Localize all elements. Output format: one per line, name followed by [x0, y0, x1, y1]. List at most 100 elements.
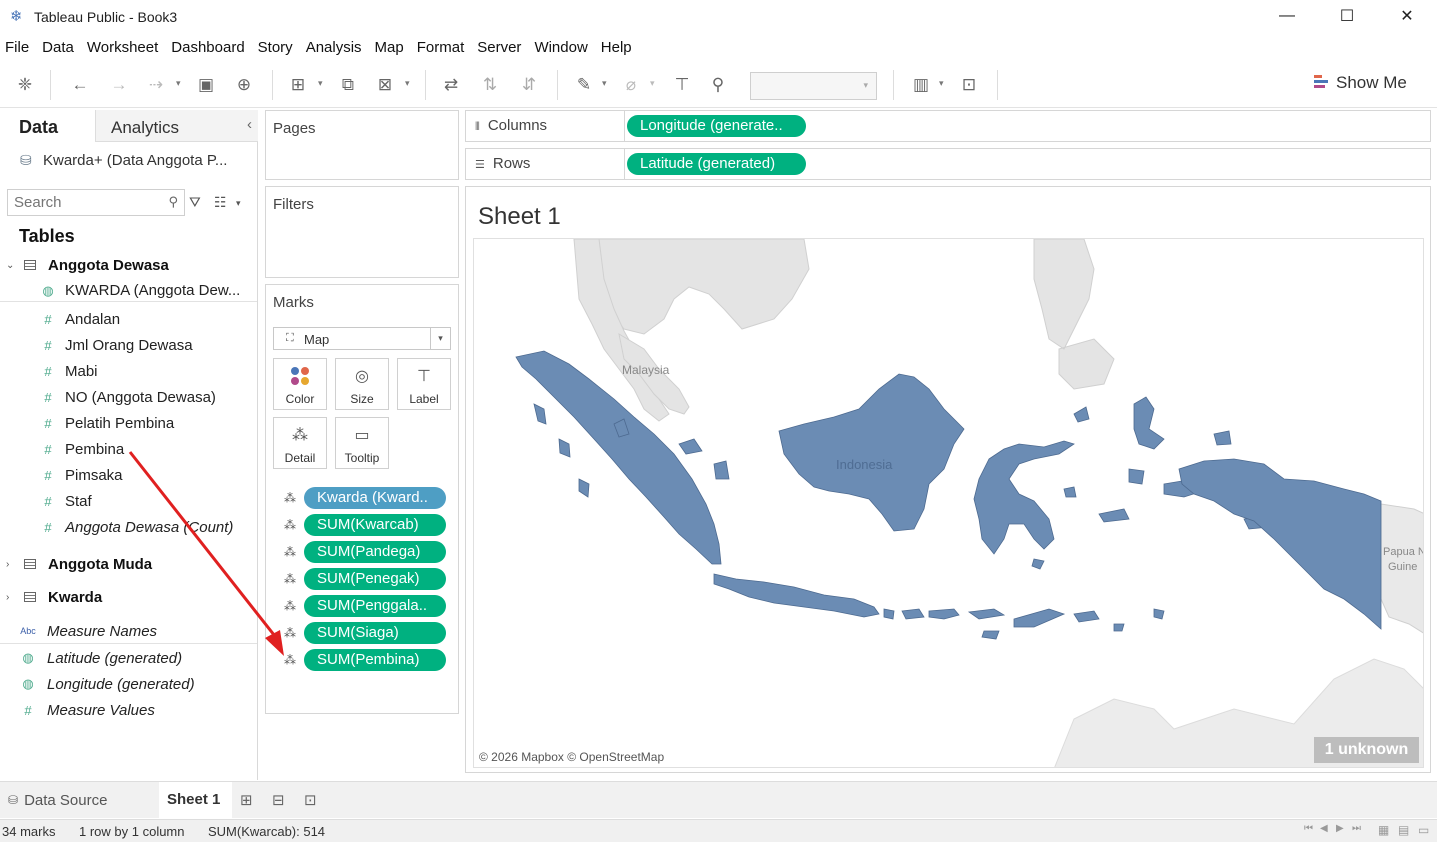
last-page-icon[interactable]: ⏭ [1352, 823, 1361, 834]
sheet-title[interactable]: Sheet 1 [478, 203, 561, 231]
marks-pill-row[interactable]: ⁂ SUM(Siaga) [284, 622, 446, 644]
map-view[interactable]: Malaysia Indonesia Papua N Guine © 2026 … [473, 238, 1424, 768]
field-kwarda[interactable]: ◍ KWARDA (Anggota Dew... [0, 280, 257, 302]
new-story-icon[interactable]: ⊡ [304, 791, 317, 809]
new-worksheet-icon[interactable]: ⊞ [240, 791, 253, 809]
show-me-button[interactable]: Show Me [1314, 73, 1407, 93]
tableau-home-icon[interactable]: ❈ [14, 74, 36, 96]
map-attribution[interactable]: © 2026 Mapbox © OpenStreetMap [479, 750, 664, 764]
search-box[interactable]: ⚲ [7, 189, 185, 216]
tab-sheet1[interactable]: Sheet 1 [159, 782, 232, 818]
marks-pill-row[interactable]: ⁂ Kwarda (Kward.. [284, 487, 446, 509]
map-canvas[interactable]: Malaysia Indonesia Papua N Guine [474, 239, 1424, 768]
menu-help[interactable]: Help [596, 36, 640, 60]
pill-kwarda[interactable]: Kwarda (Kward.. [304, 487, 446, 509]
field-pembina[interactable]: # Pembina [0, 438, 257, 460]
field-mabi[interactable]: # Mabi [0, 360, 257, 382]
pill-sum-siaga[interactable]: SUM(Siaga) [304, 622, 446, 644]
menu-data[interactable]: Data [37, 36, 82, 60]
duplicate-sheet-icon[interactable]: ⧉ [337, 74, 359, 96]
marks-pill-row[interactable]: ⁂ SUM(Kwarcab) [284, 514, 446, 536]
field-jml-orang-dewasa[interactable]: # Jml Orang Dewasa [0, 334, 257, 356]
menu-analysis[interactable]: Analysis [301, 36, 370, 60]
field-measure-names[interactable]: Abc Measure Names [0, 619, 257, 644]
region-sulawesi[interactable] [973, 440, 1075, 555]
field-pimsaka[interactable]: # Pimsaka [0, 464, 257, 486]
unknown-indicator[interactable]: 1 unknown [1314, 737, 1419, 763]
pill-sum-pembina[interactable]: SUM(Pembina) [304, 649, 446, 671]
chevron-right-icon[interactable]: › [6, 592, 16, 603]
marks-pill-row[interactable]: ⁂ SUM(Pandega) [284, 541, 446, 563]
size-button[interactable]: ◎ Size [335, 358, 389, 410]
datasource-item[interactable]: ⛁ Kwarda+ (Data Anggota P... [20, 152, 227, 169]
menu-file[interactable]: File [0, 36, 37, 60]
color-button[interactable]: Color [273, 358, 327, 410]
field-anggota-dewasa-count[interactable]: # Anggota Dewasa (Count) [0, 516, 257, 538]
rows-shelf[interactable]: ☰ Rows Latitude (generated) [465, 148, 1431, 180]
tab-data-source[interactable]: ⛁ Data Source [0, 782, 156, 818]
tab-view-icon[interactable]: ▭ [1418, 823, 1429, 837]
minimize-button[interactable]: — [1257, 0, 1317, 32]
tooltip-button[interactable]: ▭ Tooltip [335, 417, 389, 469]
collapse-pane-icon[interactable]: ‹ [247, 116, 252, 133]
highlight-dropdown-icon[interactable]: ▾ [602, 78, 607, 89]
chevron-down-icon[interactable]: ⌄ [6, 260, 16, 271]
view-options-icon[interactable]: ☷ [214, 194, 227, 211]
table-anggota-dewasa[interactable]: ⌄ Anggota Dewasa [0, 254, 169, 276]
region-papua[interactable] [1178, 458, 1382, 630]
swap-rows-columns-icon[interactable]: ⇄ [440, 74, 462, 96]
sort-ascending-icon[interactable]: ⇅ [479, 74, 501, 96]
clear-sheet-dropdown-icon[interactable]: ▾ [405, 78, 410, 89]
columns-shelf[interactable]: ⦀ Columns Longitude (generate.. [465, 110, 1431, 142]
field-staf[interactable]: # Staf [0, 490, 257, 512]
region-bali-nusa-tenggara[interactable] [883, 608, 1066, 640]
field-latitude-generated[interactable]: ◍ Latitude (generated) [0, 647, 257, 669]
tab-analytics[interactable]: Analytics ‹ [95, 110, 258, 142]
menu-map[interactable]: Map [370, 36, 412, 60]
grid-view-icon[interactable]: ▦ [1378, 823, 1389, 837]
label-button[interactable]: ⊤ Label [397, 358, 451, 410]
highlight-icon[interactable]: ✎ [573, 74, 595, 96]
menu-dashboard[interactable]: Dashboard [166, 36, 252, 60]
pill-sum-penegak[interactable]: SUM(Penegak) [304, 568, 446, 590]
new-worksheet-icon[interactable]: ⊞ [287, 74, 309, 96]
detail-button[interactable]: ⁂ Detail [273, 417, 327, 469]
filter-icon[interactable]: ⛛ [189, 194, 201, 211]
menu-window[interactable]: Window [529, 36, 595, 60]
next-page-icon[interactable]: ▶ [1336, 823, 1344, 834]
first-page-icon[interactable]: ⏮ [1304, 823, 1313, 834]
mark-type-select[interactable]: ⛶ Map ▾ [273, 327, 451, 350]
replay-dropdown-icon[interactable]: ▾ [176, 78, 181, 89]
new-worksheet-dropdown-icon[interactable]: ▾ [318, 78, 323, 89]
clear-sheet-icon[interactable]: ⊠ [374, 74, 396, 96]
show-mark-labels-icon[interactable]: ⊤ [671, 74, 693, 96]
marks-pill-row[interactable]: ⁂ SUM(Pembina) [284, 649, 446, 671]
cards-toggle-icon[interactable]: ▥ [910, 74, 932, 96]
fit-selector[interactable]: ▾ [750, 72, 877, 100]
search-input[interactable] [14, 190, 164, 215]
region-java[interactable] [713, 573, 880, 618]
cards-dropdown-icon[interactable]: ▾ [939, 78, 944, 89]
new-datasource-icon[interactable]: ⊕ [233, 74, 255, 96]
undo-icon[interactable]: ← [69, 74, 91, 96]
columns-pill[interactable]: Longitude (generate.. [627, 115, 806, 137]
chevron-right-icon[interactable]: › [6, 559, 16, 570]
group-members-icon[interactable]: ⌀ [620, 74, 642, 96]
view-options-dropdown-icon[interactable]: ▾ [236, 198, 241, 209]
field-no-anggota-dewasa[interactable]: # NO (Anggota Dewasa) [0, 386, 257, 408]
rows-pill[interactable]: Latitude (generated) [627, 153, 806, 175]
table-anggota-muda[interactable]: › Anggota Muda [0, 553, 152, 575]
menu-server[interactable]: Server [472, 36, 529, 60]
group-dropdown-icon[interactable]: ▾ [650, 78, 655, 89]
prev-page-icon[interactable]: ◀ [1320, 823, 1328, 834]
new-dashboard-icon[interactable]: ⊟ [272, 791, 285, 809]
region-sumatra[interactable] [515, 350, 722, 565]
field-andalan[interactable]: # Andalan [0, 308, 257, 330]
filters-card[interactable]: Filters [265, 186, 459, 278]
fix-axes-icon[interactable]: ⚲ [707, 74, 729, 96]
tab-data[interactable]: Data [19, 117, 58, 138]
pages-card[interactable]: Pages [265, 110, 459, 180]
field-measure-values[interactable]: # Measure Values [0, 699, 257, 721]
filmstrip-view-icon[interactable]: ▤ [1398, 823, 1409, 837]
menu-format[interactable]: Format [412, 36, 473, 60]
